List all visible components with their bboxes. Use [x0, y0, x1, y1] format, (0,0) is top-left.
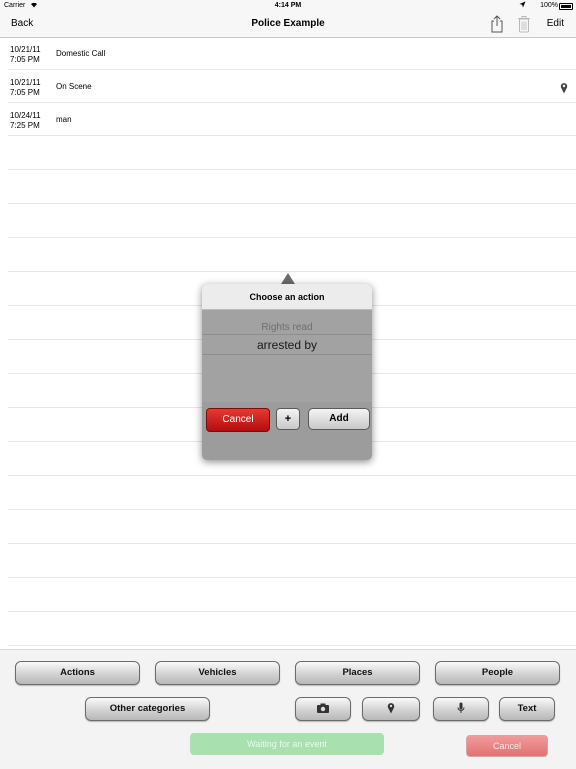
battery-icon [559, 3, 573, 10]
text-button[interactable]: Text [499, 697, 555, 721]
edit-button[interactable]: Edit [547, 18, 564, 29]
row-divider [8, 475, 576, 476]
category-vehicles-button[interactable]: Vehicles [155, 661, 280, 685]
row-divider [8, 645, 576, 646]
camera-icon [317, 703, 329, 713]
status-bar: Carrier 4:14 PM 100% [0, 0, 576, 12]
empty-row [0, 239, 576, 272]
trash-icon[interactable] [517, 15, 531, 33]
action-picker[interactable]: Rights read arrested by [202, 310, 372, 402]
microphone-icon [457, 702, 465, 713]
camera-button[interactable] [295, 697, 351, 721]
row-divider [8, 509, 576, 510]
list-item[interactable]: 10/21/11 7:05 PM On Scene [0, 70, 576, 103]
empty-row [0, 137, 576, 170]
row-divider [8, 237, 576, 238]
popover-plus-button[interactable]: + [276, 408, 300, 430]
popover-title: Choose an action [249, 292, 325, 302]
microphone-button[interactable] [433, 697, 489, 721]
empty-row [0, 171, 576, 204]
popover-cancel-button[interactable]: Cancel [206, 408, 270, 432]
location-pin-icon [387, 703, 395, 714]
location-pin-icon [560, 81, 568, 94]
popover-arrow [281, 273, 295, 284]
event-description: Domestic Call [56, 49, 106, 58]
row-divider [8, 577, 576, 578]
picker-divider [202, 354, 372, 355]
empty-row [0, 613, 576, 646]
event-description: man [56, 115, 72, 124]
picker-option[interactable]: Rights read [202, 322, 372, 333]
picker-divider [202, 334, 372, 335]
location-button[interactable] [362, 697, 420, 721]
row-divider [8, 135, 576, 136]
list-item[interactable]: 10/21/11 7:05 PM Domestic Call [0, 37, 576, 70]
popover-header: Choose an action [202, 284, 372, 310]
row-divider [8, 203, 576, 204]
row-divider [8, 169, 576, 170]
bottom-cancel-button[interactable]: Cancel [466, 735, 548, 757]
location-arrow-icon [519, 1, 526, 10]
category-places-button[interactable]: Places [295, 661, 420, 685]
status-time: 4:14 PM [274, 2, 302, 9]
empty-row [0, 477, 576, 510]
event-description: On Scene [56, 82, 92, 91]
other-categories-button[interactable]: Other categories [85, 697, 210, 721]
empty-row [0, 205, 576, 238]
row-divider [8, 611, 576, 612]
row-divider [8, 271, 576, 272]
empty-row [0, 579, 576, 612]
category-actions-button[interactable]: Actions [15, 661, 140, 685]
navigation-bar: Back Police Example Edit [0, 12, 576, 38]
popover-add-button[interactable]: Add [308, 408, 370, 430]
empty-row [0, 545, 576, 578]
row-divider [8, 543, 576, 544]
event-date: 10/21/11 7:05 PM [10, 78, 41, 97]
category-people-button[interactable]: People [435, 661, 560, 685]
event-date: 10/21/11 7:05 PM [10, 45, 41, 64]
picker-option-selected[interactable]: arrested by [202, 338, 372, 352]
battery-percent: 100% [540, 2, 558, 9]
action-popover: Choose an action Rights read arrested by… [202, 284, 372, 460]
empty-row [0, 511, 576, 544]
waiting-status-button[interactable]: Waiting for an event [190, 733, 384, 755]
share-icon[interactable] [490, 15, 504, 33]
list-item[interactable]: 10/24/11 7:25 PM man [0, 103, 576, 136]
event-date: 10/24/11 7:25 PM [10, 111, 41, 130]
